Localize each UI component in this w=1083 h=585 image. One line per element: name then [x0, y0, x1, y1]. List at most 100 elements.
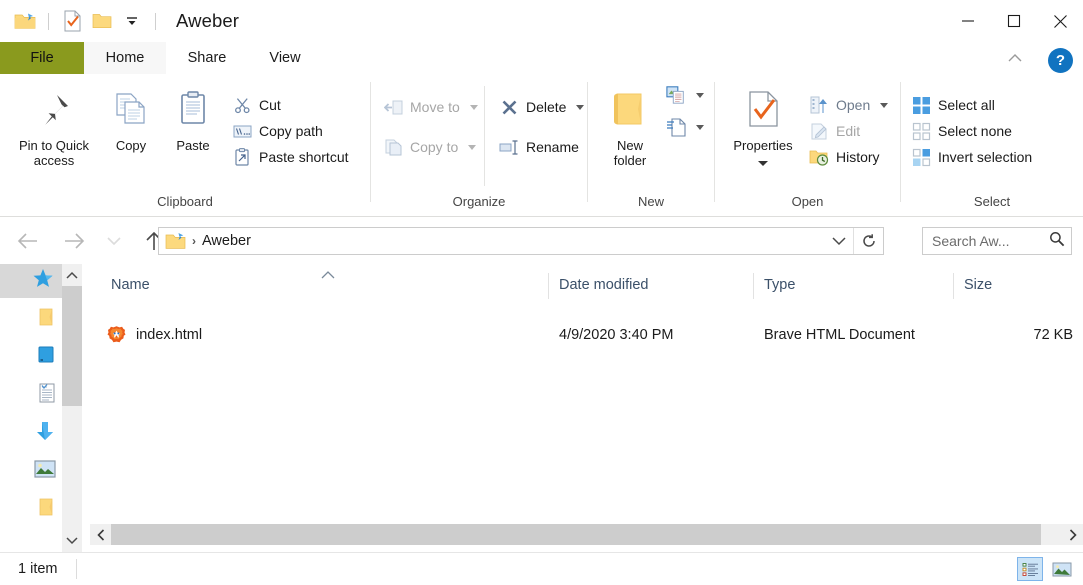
help-button[interactable]: ?: [1048, 48, 1073, 73]
open-group-label: Open: [791, 194, 824, 209]
properties-checkmark-icon: [721, 84, 805, 134]
edit-button[interactable]: Edit: [809, 118, 860, 144]
scroll-up-icon[interactable]: [62, 264, 82, 286]
select-all-button[interactable]: Select all: [911, 92, 995, 118]
new-item-button[interactable]: [666, 82, 704, 108]
move-to-button[interactable]: Move to: [383, 94, 478, 120]
details-view-button[interactable]: [1017, 557, 1043, 581]
delete-caret-icon[interactable]: [576, 104, 585, 110]
edit-label: Edit: [836, 123, 861, 139]
recent-locations-button[interactable]: [97, 224, 131, 258]
close-button[interactable]: [1037, 0, 1083, 42]
forward-button[interactable]: [57, 224, 91, 258]
paste-button[interactable]: Paste: [166, 84, 220, 153]
ribbon-group-open: Properties Open Edit History Open: [715, 74, 900, 217]
rename-label: Rename: [526, 139, 579, 155]
search-input[interactable]: [932, 233, 1036, 249]
invert-selection-button[interactable]: Invert selection: [911, 144, 1032, 170]
open-caret-icon[interactable]: [880, 102, 889, 108]
sidebar-item-folder-1[interactable]: [0, 302, 62, 336]
select-all-label: Select all: [938, 97, 995, 113]
history-label: History: [836, 149, 880, 165]
maximize-button[interactable]: [991, 0, 1037, 42]
tab-home[interactable]: Home: [84, 42, 166, 74]
table-row[interactable]: index.html 4/9/2020 3:40 PM Brave HTML D…: [83, 319, 1083, 351]
copy-path-icon: [232, 121, 252, 141]
move-to-caret-icon[interactable]: [469, 104, 478, 110]
refresh-icon[interactable]: [853, 228, 883, 254]
status-bar: 1 item: [0, 552, 1083, 585]
sidebar-item-folder-2[interactable]: [0, 492, 62, 526]
title-bar: Aweber: [0, 0, 1083, 42]
breadcrumb-separator[interactable]: ›: [192, 234, 196, 248]
sidebar-item-documents[interactable]: [0, 378, 62, 412]
ribbon-tab-strip: File Home Share View: [0, 42, 1083, 74]
ribbon: Pin to Quick access Copy Paste Cut Copy …: [0, 74, 1083, 217]
column-header-name[interactable]: Name: [101, 264, 548, 306]
copy-to-caret-icon[interactable]: [468, 144, 477, 150]
magnifier-icon[interactable]: [1049, 231, 1065, 252]
history-button[interactable]: History: [809, 144, 880, 170]
rename-button[interactable]: Rename: [499, 134, 579, 160]
ribbon-group-new: New folder New: [588, 74, 714, 217]
address-bar[interactable]: › Aweber: [158, 227, 884, 255]
file-type-cell: Brave HTML Document: [764, 327, 915, 343]
open-button[interactable]: Open: [809, 92, 889, 118]
scroll-right-icon[interactable]: [1062, 524, 1083, 545]
organize-group-label: Organize: [452, 194, 506, 209]
copy-button[interactable]: Copy: [104, 84, 158, 153]
tab-view[interactable]: View: [248, 42, 322, 74]
new-item-caret-icon[interactable]: [696, 92, 704, 98]
address-dropdown-icon[interactable]: [825, 228, 853, 254]
column-header-date-modified[interactable]: Date modified: [549, 264, 753, 306]
folder-icon[interactable]: [89, 8, 115, 34]
copy-path-label: Copy path: [259, 123, 323, 139]
delete-button[interactable]: Delete: [499, 94, 585, 120]
file-name-cell[interactable]: index.html: [105, 319, 545, 351]
cut-button[interactable]: Cut: [232, 92, 281, 118]
folder-icon: [36, 497, 56, 522]
paste-shortcut-button[interactable]: Paste shortcut: [232, 144, 349, 170]
breadcrumb-path[interactable]: Aweber: [202, 233, 251, 249]
easy-access-button[interactable]: [666, 114, 704, 140]
select-none-button[interactable]: Select none: [911, 118, 1012, 144]
sidebar-item-downloads[interactable]: [0, 416, 62, 450]
easy-access-caret-icon[interactable]: [696, 124, 704, 130]
file-explorer-window: Aweber File Home Share View ? Pin to Qui…: [0, 0, 1083, 585]
rename-icon: [499, 137, 519, 157]
copy-path-button[interactable]: Copy path: [232, 118, 323, 144]
file-list-pane: Name Date modified Type Size index.html …: [83, 264, 1083, 552]
copy-to-button[interactable]: Copy to: [383, 134, 477, 160]
column-header-size[interactable]: Size: [954, 264, 1074, 306]
pin-to-quick-access-button[interactable]: Pin to Quick access: [8, 84, 100, 168]
file-list-scrollbar-horizontal[interactable]: [90, 524, 1083, 545]
checkmark-document-icon[interactable]: [59, 8, 85, 34]
minimize-button[interactable]: [945, 0, 991, 42]
pinned-folder-icon[interactable]: [12, 8, 38, 34]
scroll-down-icon[interactable]: [62, 530, 82, 552]
scroll-left-icon[interactable]: [90, 524, 111, 545]
sidebar-item-pictures[interactable]: [0, 454, 62, 488]
search-box[interactable]: [922, 227, 1072, 255]
large-icons-view-button[interactable]: [1049, 557, 1075, 581]
new-folder-button[interactable]: New folder: [594, 84, 666, 168]
column-header-type[interactable]: Type: [754, 264, 953, 306]
collapse-ribbon-icon[interactable]: [1003, 46, 1027, 70]
scrollbar-thumb-vertical[interactable]: [62, 286, 82, 406]
sidebar-item-quick-access[interactable]: [0, 264, 62, 298]
properties-button[interactable]: Properties: [721, 84, 805, 170]
navigation-pane-scrollbar[interactable]: [62, 264, 82, 552]
scrollbar-thumb-horizontal[interactable]: [111, 524, 1041, 545]
pin-icon: [8, 84, 100, 134]
tab-file[interactable]: File: [0, 42, 84, 74]
select-all-icon: [911, 95, 931, 115]
download-arrow-icon: [34, 420, 56, 447]
organize-inner-divider: [484, 86, 485, 186]
copy-to-icon: [383, 137, 403, 157]
customize-dropdown-icon[interactable]: [119, 8, 145, 34]
back-button[interactable]: [11, 224, 45, 258]
ribbon-group-organize: Move to Copy to Delete Rename Organize: [371, 74, 587, 217]
sidebar-item-desktop[interactable]: [0, 340, 62, 374]
properties-caret-icon[interactable]: [721, 155, 805, 170]
tab-share[interactable]: Share: [166, 42, 248, 74]
